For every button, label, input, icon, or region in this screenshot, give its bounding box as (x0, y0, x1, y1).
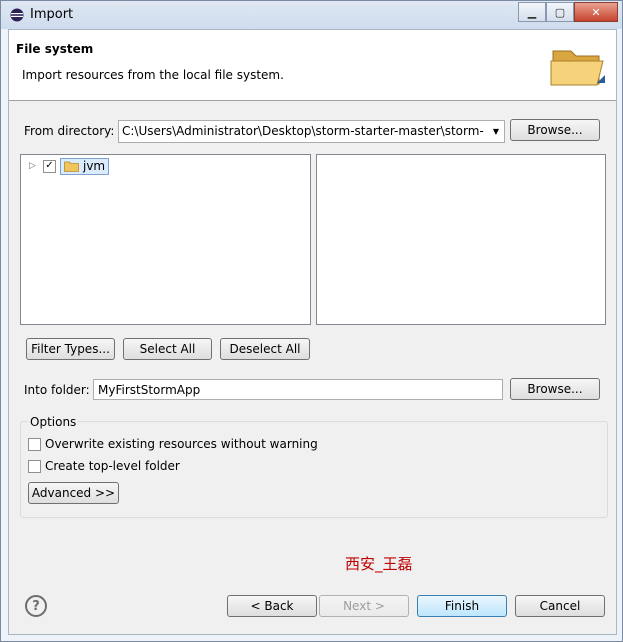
minimize-icon: ▁ (527, 5, 537, 19)
eclipse-icon (10, 8, 24, 22)
back-button[interactable]: < Back (227, 595, 317, 617)
tree-item-checkbox[interactable]: ✓ (43, 159, 56, 173)
expand-arrow-icon[interactable]: ▷ (29, 161, 43, 171)
next-button[interactable]: Next > (319, 595, 409, 617)
maximize-icon: ▢ (554, 5, 566, 19)
window-title: Import (30, 7, 74, 22)
advanced-button[interactable]: Advanced >> (28, 482, 119, 504)
tree-item[interactable]: ▷ ✓ jvm (29, 157, 110, 175)
watermark-text: 西安_王磊 (345, 555, 413, 573)
folder-icon (64, 161, 79, 172)
banner-title: File system (16, 42, 94, 56)
from-directory-browse-button[interactable]: Browse... (510, 119, 600, 141)
create-top-level-label: Create top-level folder (45, 459, 180, 473)
from-directory-label: From directory: (24, 124, 115, 138)
close-button[interactable]: ✕ (574, 2, 618, 22)
wizard-banner: File system Import resources from the lo… (9, 30, 616, 101)
help-icon[interactable]: ? (25, 595, 47, 617)
title-bar[interactable]: Import ▁ ▢ ✕ (1, 1, 622, 29)
maximize-button[interactable]: ▢ (546, 2, 574, 22)
from-directory-value: C:\Users\Administrator\Desktop\storm-sta… (122, 124, 484, 138)
minimize-button[interactable]: ▁ (518, 2, 546, 22)
folder-open-icon (550, 50, 605, 86)
deselect-all-button[interactable]: Deselect All (220, 338, 310, 360)
options-group-label: Options (28, 415, 79, 429)
from-directory-combo[interactable]: C:\Users\Administrator\Desktop\storm-sta… (118, 120, 505, 143)
import-dialog: Import ▁ ▢ ✕ File system Import resource… (0, 0, 623, 642)
into-folder-browse-button[interactable]: Browse... (510, 378, 600, 400)
overwrite-checkbox[interactable] (28, 437, 41, 451)
filter-types-button[interactable]: Filter Types... (26, 338, 115, 360)
into-folder-label: Into folder: (24, 383, 90, 397)
close-icon: ✕ (591, 5, 601, 19)
finish-button[interactable]: Finish (417, 595, 507, 617)
overwrite-option[interactable]: Overwrite existing resources without war… (28, 437, 318, 451)
into-folder-value: MyFirstStormApp (98, 383, 201, 397)
tree-item-label: jvm (83, 159, 106, 173)
checkmark-icon: ✓ (45, 160, 54, 171)
overwrite-label: Overwrite existing resources without war… (45, 437, 318, 451)
tree-item-selection[interactable]: jvm (60, 157, 110, 175)
cancel-button[interactable]: Cancel (515, 595, 605, 617)
dialog-content: File system Import resources from the lo… (8, 29, 617, 635)
file-list[interactable] (316, 154, 606, 325)
banner-description: Import resources from the local file sys… (22, 68, 284, 82)
select-all-button[interactable]: Select All (123, 338, 212, 360)
into-folder-input[interactable]: MyFirstStormApp (93, 379, 503, 400)
folder-tree[interactable]: ▷ ✓ jvm (20, 154, 311, 325)
create-top-level-option[interactable]: Create top-level folder (28, 459, 180, 473)
create-top-level-checkbox[interactable] (28, 459, 41, 473)
chevron-down-icon[interactable]: ▼ (490, 123, 502, 139)
